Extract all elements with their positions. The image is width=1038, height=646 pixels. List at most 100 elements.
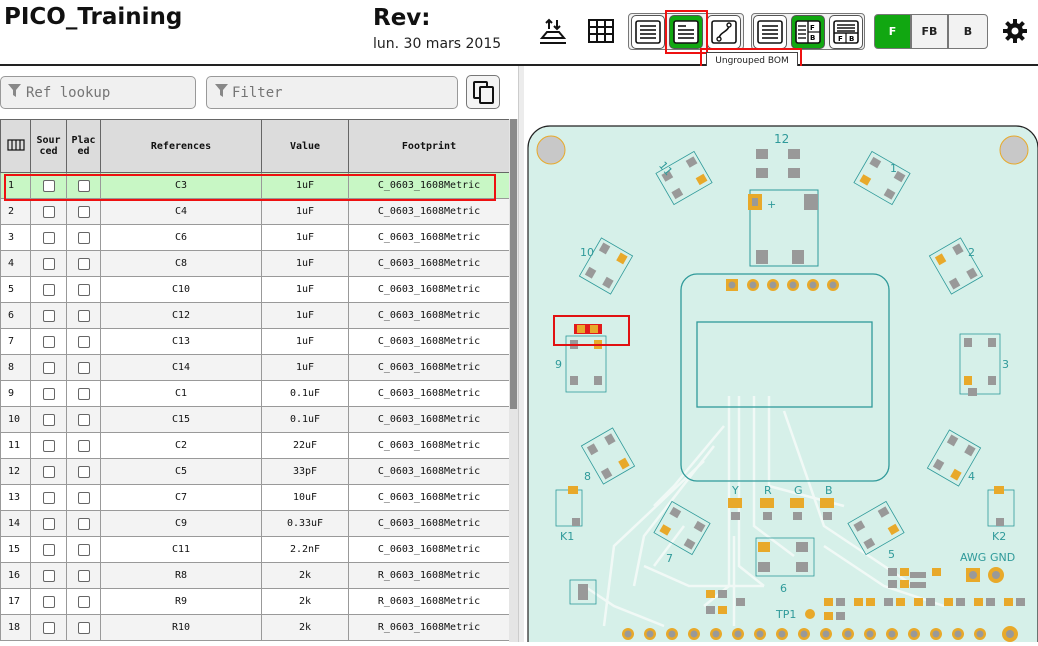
placed-checkbox[interactable]	[77, 283, 90, 296]
sourced-checkbox[interactable]	[42, 569, 55, 582]
sourced-checkbox[interactable]	[42, 205, 55, 218]
sourced-checkbox[interactable]	[42, 413, 55, 426]
column-header-sourced[interactable]: Sour ced	[30, 119, 67, 173]
placed-checkbox[interactable]	[77, 543, 90, 556]
row-number: 8	[0, 354, 31, 381]
table-row[interactable]: 9 C1 0.1uF C_0603_1608Metric	[0, 380, 510, 407]
references-cell: C2	[100, 432, 262, 459]
table-row[interactable]: 6 C12 1uF C_0603_1608Metric	[0, 302, 510, 329]
sourced-checkbox[interactable]	[42, 517, 55, 530]
column-settings-header[interactable]	[0, 119, 31, 173]
table-row[interactable]: 7 C13 1uF C_0603_1608Metric	[0, 328, 510, 355]
placed-checkbox[interactable]	[77, 517, 90, 530]
table-row[interactable]: 12 C5 33pF C_0603_1608Metric	[0, 458, 510, 485]
table-row[interactable]: 11 C2 22uF C_0603_1608Metric	[0, 432, 510, 459]
sourced-checkbox[interactable]	[42, 257, 55, 270]
table-row[interactable]: 15 C11 2.2nF C_0603_1608Metric	[0, 536, 510, 563]
placed-header-line1: Plac	[71, 135, 96, 146]
sourced-checkbox[interactable]	[42, 387, 55, 400]
placed-checkbox[interactable]	[77, 465, 90, 478]
placed-checkbox[interactable]	[77, 413, 90, 426]
sourced-checkbox[interactable]	[42, 491, 55, 504]
value-cell: 0.1uF	[261, 380, 349, 407]
references-cell: C13	[100, 328, 262, 355]
footprint-cell: C_0603_1608Metric	[348, 484, 510, 511]
placed-checkbox[interactable]	[77, 621, 90, 634]
column-header-value[interactable]: Value	[261, 119, 349, 173]
flip-board-icon[interactable]	[536, 14, 570, 48]
bom-left-drawings-right-button[interactable]: F B	[791, 15, 825, 49]
placed-checkbox[interactable]	[77, 309, 90, 322]
scrollbar-thumb[interactable]	[510, 119, 517, 409]
table-row[interactable]: 16 R8 2k R_0603_1608Metric	[0, 562, 510, 589]
sourced-cell	[30, 354, 67, 381]
bom-only-button[interactable]	[753, 15, 787, 49]
revision-label: Rev:	[373, 5, 431, 31]
references-cell: C6	[100, 224, 262, 251]
sourced-checkbox[interactable]	[42, 361, 55, 374]
table-row[interactable]: 14 C9 0.33uF C_0603_1608Metric	[0, 510, 510, 537]
netlist-button[interactable]	[707, 15, 741, 49]
table-row[interactable]: 17 R9 2k R_0603_1608Metric	[0, 588, 510, 615]
grid-icon[interactable]	[584, 14, 618, 48]
bom-top-drawings-bottom-button[interactable]: F B	[829, 15, 863, 49]
placed-cell	[66, 510, 101, 537]
table-row[interactable]: 5 C10 1uF C_0603_1608Metric	[0, 276, 510, 303]
placed-checkbox[interactable]	[77, 595, 90, 608]
row-number: 13	[0, 484, 31, 511]
layer-back-button[interactable]: B	[948, 14, 988, 49]
sourced-checkbox[interactable]	[42, 335, 55, 348]
placed-checkbox[interactable]	[77, 491, 90, 504]
placed-checkbox[interactable]	[77, 205, 90, 218]
sourced-checkbox[interactable]	[42, 621, 55, 634]
layer-front-back-button[interactable]: FB	[911, 14, 948, 49]
sourced-checkbox[interactable]	[42, 465, 55, 478]
gear-icon[interactable]	[998, 14, 1032, 48]
copy-bom-button[interactable]	[466, 75, 500, 109]
layer-front-button[interactable]: F	[874, 14, 911, 49]
column-header-placed[interactable]: Plac ed	[66, 119, 101, 173]
column-header-references[interactable]: References	[100, 119, 262, 173]
placed-checkbox[interactable]	[77, 335, 90, 348]
placed-checkbox[interactable]	[77, 387, 90, 400]
sourced-header-line2: ced	[39, 146, 58, 157]
bom-scrollbar[interactable]	[509, 119, 518, 642]
column-header-footprint[interactable]: Footprint	[348, 119, 510, 173]
sourced-checkbox[interactable]	[42, 231, 55, 244]
sourced-cell	[30, 432, 67, 459]
led-5-label: 5	[888, 548, 895, 561]
references-cell: C1	[100, 380, 262, 407]
placed-checkbox[interactable]	[77, 231, 90, 244]
led-8-label: 8	[584, 470, 591, 483]
value-cell: 0.33uF	[261, 510, 349, 537]
table-row[interactable]: 10 C15 0.1uF C_0603_1608Metric	[0, 406, 510, 433]
placed-checkbox[interactable]	[77, 439, 90, 452]
placed-checkbox[interactable]	[77, 257, 90, 270]
table-row[interactable]: 3 C6 1uF C_0603_1608Metric	[0, 224, 510, 251]
table-row[interactable]: 18 R10 2k R_0603_1608Metric	[0, 614, 510, 641]
placed-cell	[66, 380, 101, 407]
references-cell: R8	[100, 562, 262, 589]
sourced-checkbox[interactable]	[42, 543, 55, 556]
placed-cell	[66, 588, 101, 615]
filter-input[interactable]	[206, 76, 458, 109]
sourced-checkbox[interactable]	[42, 283, 55, 296]
table-row[interactable]: 4 C8 1uF C_0603_1608Metric	[0, 250, 510, 277]
sourced-checkbox[interactable]	[42, 439, 55, 452]
table-row[interactable]: 8 C14 1uF C_0603_1608Metric	[0, 354, 510, 381]
value-cell: 1uF	[261, 250, 349, 277]
row-number: 11	[0, 432, 31, 459]
sourced-checkbox[interactable]	[42, 595, 55, 608]
value-cell: 33pF	[261, 458, 349, 485]
placed-cell	[66, 250, 101, 277]
placed-checkbox[interactable]	[77, 569, 90, 582]
sourced-checkbox[interactable]	[42, 309, 55, 322]
placed-cell	[66, 354, 101, 381]
table-row[interactable]: 2 C4 1uF C_0603_1608Metric	[0, 198, 510, 225]
grouped-bom-button[interactable]	[631, 15, 665, 49]
ref-lookup-input[interactable]	[0, 76, 196, 109]
placed-checkbox[interactable]	[77, 361, 90, 374]
pcb-canvas[interactable]: + 12 11 1 10 2 9 3 8 4 7 5 6 Y R G B K1 …	[524, 66, 1038, 646]
table-row[interactable]: 13 C7 10uF C_0603_1608Metric	[0, 484, 510, 511]
row-number: 14	[0, 510, 31, 537]
